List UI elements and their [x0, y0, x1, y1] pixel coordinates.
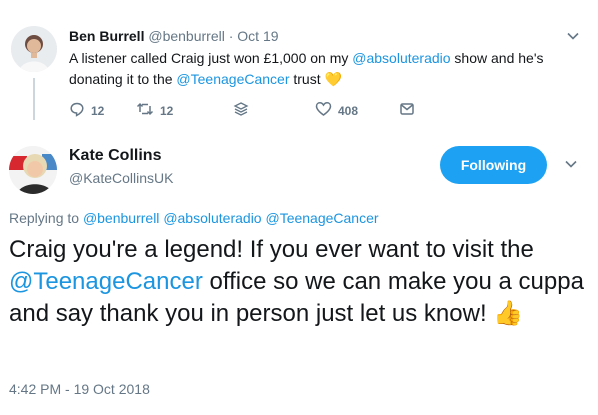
replying-prefix: Replying to — [9, 210, 83, 226]
tweet-date[interactable]: Oct 19 — [237, 28, 278, 44]
message-icon — [399, 101, 415, 120]
main-tweet-text: Craig you're a legend! If you ever want … — [9, 234, 589, 330]
retweet-icon — [136, 101, 154, 120]
mention-link[interactable]: @absoluteradio — [163, 210, 261, 226]
author-handle[interactable]: @benburrell — [148, 28, 224, 44]
text-segment: Craig you're a legend! If you ever want … — [9, 236, 534, 263]
reply-count: 12 — [91, 103, 105, 118]
avatar[interactable] — [9, 146, 57, 194]
avatar-image — [11, 26, 57, 72]
retweet-count: 12 — [160, 103, 174, 118]
tweet-timestamp[interactable]: 4:42 PM - 19 Oct 2018 — [9, 381, 150, 397]
message-button[interactable] — [399, 101, 415, 120]
avatar[interactable] — [11, 26, 57, 72]
reply-icon — [69, 101, 85, 120]
parent-tweet[interactable]: Ben Burrell @benburrell · Oct 19 A liste… — [0, 0, 598, 135]
author-name[interactable]: Ben Burrell — [69, 28, 144, 44]
like-button[interactable]: 408 — [315, 101, 358, 120]
mention-link[interactable]: @TeenageCancer — [9, 268, 203, 295]
mention-link[interactable]: @TeenageCancer — [176, 71, 289, 87]
following-button[interactable]: Following — [440, 146, 547, 184]
mention-link[interactable]: @benburrell — [83, 210, 159, 226]
heart-icon — [315, 101, 332, 120]
reply-button[interactable]: 12 — [69, 101, 104, 120]
chevron-down-icon[interactable] — [566, 29, 580, 48]
retweet-button[interactable]: 12 — [136, 101, 173, 120]
replying-to: Replying to @benburrell @absoluteradio @… — [9, 210, 379, 226]
like-count: 408 — [338, 103, 359, 118]
text-segment: A listener called Craig just won £1,000 … — [69, 50, 353, 66]
parent-tweet-header: Ben Burrell @benburrell · Oct 19 — [69, 28, 279, 44]
author-handle[interactable]: @KateCollinsUK — [69, 170, 173, 186]
separator: · — [224, 28, 238, 44]
avatar-image — [9, 146, 57, 194]
stack-button[interactable] — [233, 101, 249, 120]
mention-link[interactable]: @TeenageCancer — [265, 210, 378, 226]
thread-line — [33, 78, 35, 120]
thumbs-up-emoji: 👍 — [493, 300, 524, 327]
stack-icon — [233, 101, 249, 120]
parent-tweet-text: A listener called Craig just won £1,000 … — [69, 48, 569, 90]
yellow-heart-emoji: 💛 — [324, 71, 342, 87]
mention-link[interactable]: @absoluteradio — [352, 50, 450, 66]
chevron-down-icon[interactable] — [564, 157, 578, 176]
text-segment: trust — [289, 71, 325, 87]
author-name[interactable]: Kate Collins — [69, 147, 161, 165]
